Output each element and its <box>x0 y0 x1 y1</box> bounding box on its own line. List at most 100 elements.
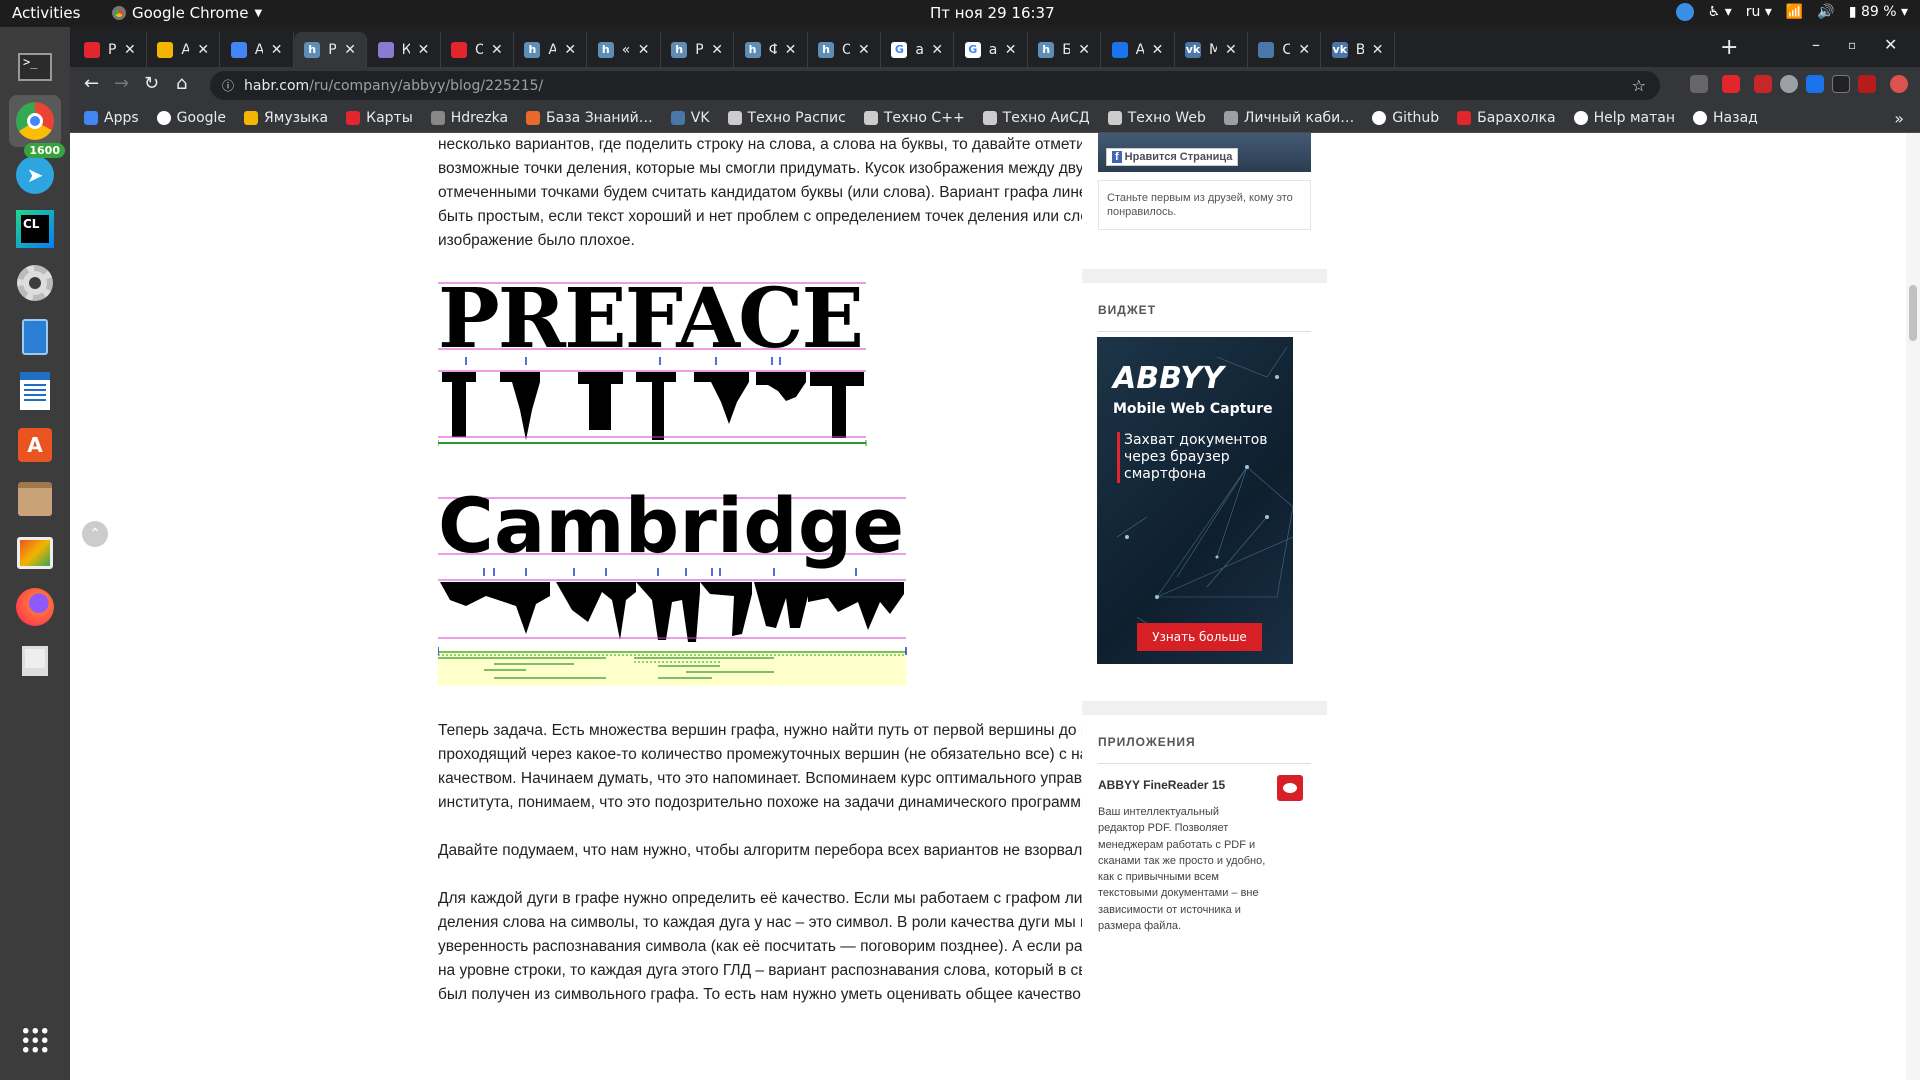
browser-tab[interactable]: h Бин ✕ <box>1028 32 1102 67</box>
new-tab-button[interactable]: + <box>1720 35 1738 60</box>
clock[interactable]: Пт ноя 29 16:37 <box>930 4 1055 22</box>
abbyy-ad-banner[interactable]: ABBYY Mobile Web Capture Захват документ… <box>1097 337 1293 664</box>
browser-tab[interactable]: h «За ✕ <box>588 32 661 67</box>
tab-close-icon[interactable]: ✕ <box>931 42 945 58</box>
volume-icon[interactable]: 🔊 <box>1817 4 1834 20</box>
browser-tab[interactable]: h Рас ✕ <box>661 32 735 67</box>
file-manager-icon[interactable] <box>9 311 61 363</box>
finereader-icon[interactable] <box>1277 775 1303 801</box>
bookmark-item[interactable]: Google <box>156 110 226 126</box>
bookmark-item[interactable]: Github <box>1372 110 1439 126</box>
browser-tab[interactable]: Как ✕ <box>368 32 441 67</box>
reload-button[interactable]: ↻ <box>144 73 159 94</box>
bookmark-item[interactable]: Карты <box>346 110 413 126</box>
clion-icon[interactable]: CL <box>9 203 61 255</box>
bookmark-item[interactable]: VK <box>670 110 710 126</box>
bookmark-item[interactable]: Техно Распис <box>727 110 846 126</box>
bookmark-item[interactable]: Help матан <box>1573 110 1675 126</box>
tab-close-icon[interactable]: ✕ <box>491 42 505 58</box>
extension-icon[interactable] <box>1690 75 1708 93</box>
tab-close-icon[interactable]: ✕ <box>271 42 285 58</box>
facebook-like-button[interactable]: f Нравится Страница <box>1106 148 1239 166</box>
tab-close-icon[interactable]: ✕ <box>197 42 211 58</box>
tab-close-icon[interactable]: ✕ <box>344 42 358 58</box>
bookmark-star-icon[interactable]: ☆ <box>1632 76 1646 95</box>
ad-learn-more-button[interactable]: Узнать больше <box>1137 623 1262 651</box>
extension-icon[interactable] <box>1722 75 1740 93</box>
extension-icon[interactable] <box>1832 75 1850 93</box>
extension-icon[interactable] <box>1858 75 1876 93</box>
bookmark-item[interactable]: Назад <box>1693 110 1758 126</box>
info-icon[interactable]: ⓘ <box>222 77 234 94</box>
back-button[interactable]: ← <box>84 73 99 94</box>
bookmark-item[interactable]: Техно АиСД <box>982 110 1090 126</box>
home-button[interactable]: ⌂ <box>176 73 187 94</box>
forward-button[interactable]: → <box>114 73 129 94</box>
chrome-icon[interactable] <box>9 95 61 147</box>
tab-close-icon[interactable]: ✕ <box>1005 42 1019 58</box>
browser-tab[interactable]: Ада ✕ <box>1102 32 1175 67</box>
battery-indicator[interactable]: ▮ 89 % ▾ <box>1849 4 1908 20</box>
browser-tab[interactable]: h Фор ✕ <box>735 32 808 67</box>
browser-tab[interactable]: OCF ✕ <box>441 32 514 67</box>
show-apps-icon[interactable] <box>9 1014 61 1066</box>
scrollbar-thumb[interactable] <box>1909 285 1917 341</box>
scroll-up-button[interactable]: ⌃ <box>82 521 108 547</box>
browser-tab[interactable]: Abb ✕ <box>147 32 221 67</box>
tab-close-icon[interactable]: ✕ <box>858 42 872 58</box>
tab-close-icon[interactable]: ✕ <box>785 42 799 58</box>
address-bar[interactable]: ⓘ habr.com/ru/company/abbyy/blog/225215/… <box>210 71 1660 100</box>
settings-icon[interactable] <box>9 257 61 309</box>
bookmark-item[interactable]: Барахолка <box>1457 110 1556 126</box>
tab-close-icon[interactable]: ✕ <box>638 42 652 58</box>
tab-close-icon[interactable]: ✕ <box>124 42 138 58</box>
bookmarks-overflow-button[interactable]: » <box>1894 109 1904 128</box>
minimize-button[interactable]: – <box>1812 35 1820 54</box>
software-center-icon[interactable]: A <box>9 419 61 471</box>
browser-tab[interactable]: h Рас ✕ <box>294 32 368 67</box>
tab-close-icon[interactable]: ✕ <box>711 42 725 58</box>
avatar[interactable] <box>1890 75 1908 93</box>
language-indicator[interactable]: ru ▾ <box>1746 4 1772 20</box>
terminal-icon[interactable]: >_ <box>9 41 61 93</box>
maximize-button[interactable]: ▫ <box>1848 38 1856 52</box>
tab-close-icon[interactable]: ✕ <box>418 42 432 58</box>
writer-icon[interactable] <box>9 365 61 417</box>
network-icon[interactable] <box>9 635 61 687</box>
tab-close-icon[interactable]: ✕ <box>1078 42 1092 58</box>
browser-tab[interactable]: Abb ✕ <box>221 32 294 67</box>
browser-tab[interactable]: Gада ✕ <box>955 32 1028 67</box>
weather-icon[interactable] <box>1675 3 1694 21</box>
bookmark-item[interactable]: Техно C++ <box>863 110 965 126</box>
bookmark-item[interactable]: Ямузыка <box>244 110 328 126</box>
extension-icon[interactable] <box>1754 75 1772 93</box>
page-scrollbar[interactable] <box>1906 133 1920 1080</box>
tab-close-icon[interactable]: ✕ <box>1152 42 1166 58</box>
browser-tab[interactable]: vk Ма ✕ <box>1175 32 1248 67</box>
bookmark-item[interactable]: Apps <box>84 110 139 126</box>
tab-close-icon[interactable]: ✕ <box>564 42 578 58</box>
telegram-icon[interactable]: ➤ 1600 <box>9 143 65 201</box>
extension-icon[interactable] <box>1806 75 1824 93</box>
app-menu[interactable]: Google Chrome ▼ <box>112 4 262 22</box>
browser-tab[interactable]: h Алг ✕ <box>514 32 588 67</box>
firefox-icon[interactable] <box>9 581 61 633</box>
activities-button[interactable]: Activities <box>12 4 80 22</box>
archive-icon[interactable] <box>9 473 61 525</box>
image-viewer-icon[interactable] <box>9 527 61 579</box>
bookmark-item[interactable]: Hdrezka <box>430 110 508 126</box>
globe-icon[interactable] <box>1780 75 1798 93</box>
wifi-icon[interactable]: 📶 <box>1786 4 1803 20</box>
tab-close-icon[interactable]: ✕ <box>1225 42 1239 58</box>
bookmark-item[interactable]: База Знаний… <box>526 110 653 126</box>
browser-tab[interactable]: vk Все ✕ <box>1322 32 1395 67</box>
browser-tab[interactable]: h Обр ✕ <box>808 32 881 67</box>
browser-tab[interactable]: Рас ✕ <box>74 32 147 67</box>
tab-close-icon[interactable]: ✕ <box>1372 42 1386 58</box>
bookmark-item[interactable]: Личный каби… <box>1223 110 1354 126</box>
accessibility-icon[interactable]: ♿ ▾ <box>1708 4 1732 20</box>
close-window-button[interactable]: ✕ <box>1884 35 1897 54</box>
bookmark-item[interactable]: Техно Web <box>1107 110 1206 126</box>
browser-tab[interactable]: Соо ✕ <box>1248 32 1322 67</box>
browser-tab[interactable]: Gавт ✕ <box>881 32 955 67</box>
